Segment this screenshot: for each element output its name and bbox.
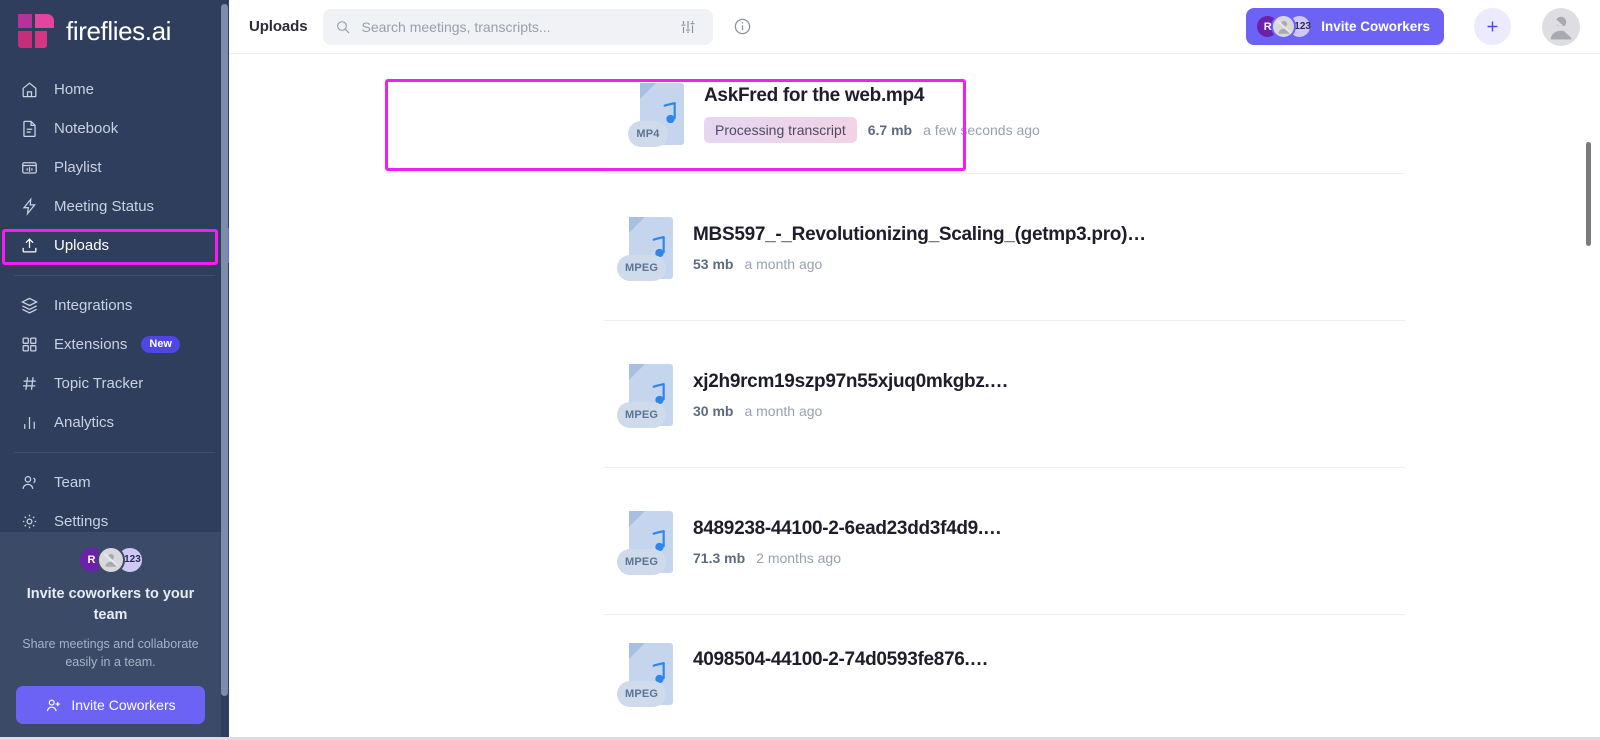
- topbar-invite-avatar-group: R +123: [1255, 14, 1313, 39]
- sidebar-item-label: Integrations: [54, 297, 133, 314]
- sidebar-item-playlist[interactable]: Playlist: [0, 148, 229, 187]
- invite-coworkers-button-label: Invite Coworkers: [71, 697, 176, 713]
- search-bar[interactable]: [323, 8, 714, 45]
- main-scrollbar[interactable]: [1586, 142, 1591, 246]
- sidebar-item-team[interactable]: Team: [0, 463, 229, 502]
- sidebar-divider-2: [14, 452, 215, 453]
- gear-icon: [18, 511, 40, 533]
- bar-chart-icon: [18, 412, 40, 434]
- file-type-icon: MPEG: [617, 509, 675, 575]
- sidebar-item-label: Analytics: [54, 414, 115, 431]
- file-time: a few seconds ago: [923, 122, 1040, 138]
- sidebar-item-label: Home: [54, 81, 95, 98]
- sidebar-item-label: Playlist: [54, 159, 102, 176]
- list-item[interactable]: MPEG xj2h9rcm19szp97n55xjuq0mkgbz.… 30 m…: [229, 321, 1600, 468]
- status-badge: Processing transcript: [704, 117, 857, 143]
- file-name: MBS597_-_Revolutionizing_Scaling_(getmp3…: [693, 223, 1146, 245]
- sidebar-divider: [14, 275, 215, 276]
- uploads-list: MP4 AskFred for the web.mp4 Processing t…: [229, 54, 1600, 715]
- sidebar-item-label: Settings: [54, 513, 109, 530]
- upload-icon: [18, 235, 40, 257]
- file-type-icon: MPEG: [617, 641, 675, 707]
- playlist-icon: [18, 157, 40, 179]
- list-item[interactable]: MPEG 4098504-44100-2-74d0593fe876.…: [229, 615, 1600, 715]
- main-content: Uploads R +123 In: [229, 0, 1600, 740]
- sidebar-item-extensions[interactable]: Extensions New: [0, 325, 229, 364]
- file-type-icon: MPEG: [617, 215, 675, 281]
- invite-panel-subtitle: Share meetings and collaborate easily in…: [22, 636, 199, 669]
- sidebar-item-label: Notebook: [54, 120, 119, 137]
- app-root: fireflies.ai Home Notebook Playlist Meet…: [0, 0, 1600, 740]
- file-time: 2 months ago: [756, 549, 841, 566]
- file-name: 8489238-44100-2-6ead23dd3f4d9.…: [693, 517, 1002, 539]
- sidebar-item-home[interactable]: Home: [0, 70, 229, 109]
- sidebar-item-label: Topic Tracker: [54, 375, 144, 392]
- file-size: 71.3 mb: [693, 549, 746, 566]
- invite-avatar-group: R +123: [16, 545, 205, 574]
- file-format-badge: MPEG: [617, 254, 667, 281]
- info-circle-icon[interactable]: [729, 14, 755, 40]
- topbar-invite-label: Invite Coworkers: [1321, 19, 1430, 34]
- avatar-ghost-icon: [96, 545, 125, 574]
- sidebar-nav: Home Notebook Playlist Meeting Status Up…: [0, 62, 229, 541]
- invite-panel-title: Invite coworkers to your team: [26, 585, 195, 623]
- file-size: 30 mb: [693, 402, 734, 419]
- file-type-icon: MP4: [628, 81, 686, 147]
- file-name: AskFred for the web.mp4: [704, 85, 925, 106]
- file-format-badge: MPEG: [617, 548, 667, 575]
- list-item[interactable]: MPEG MBS597_-_Revolutionizing_Scaling_(g…: [229, 174, 1600, 321]
- notebook-icon: [18, 118, 40, 140]
- user-avatar-icon[interactable]: [1542, 7, 1580, 46]
- add-button[interactable]: [1474, 8, 1511, 45]
- file-format-badge: MPEG: [617, 401, 667, 428]
- home-icon: [18, 79, 40, 101]
- invite-coworkers-button[interactable]: Invite Coworkers: [16, 686, 205, 724]
- list-item[interactable]: MP4 AskFred for the web.mp4 Processing t…: [229, 54, 1600, 174]
- plus-icon: [1487, 21, 1498, 32]
- brand[interactable]: fireflies.ai: [0, 0, 229, 62]
- file-type-icon: MPEG: [617, 362, 675, 428]
- sidebar-item-label: Team: [54, 474, 91, 491]
- add-person-icon: [47, 699, 61, 711]
- file-time: a month ago: [744, 255, 823, 272]
- search-input[interactable]: [361, 18, 666, 35]
- sidebar-invite-panel: R +123 Invite coworkers to your team Sha…: [0, 531, 221, 740]
- hash-icon: [18, 373, 40, 395]
- filter-sliders-icon[interactable]: [675, 14, 701, 40]
- people-icon: [18, 472, 40, 494]
- file-name: 4098504-44100-2-74d0593fe876.…: [693, 649, 989, 670]
- list-item[interactable]: MPEG 8489238-44100-2-6ead23dd3f4d9.… 71.…: [229, 468, 1600, 615]
- grid-icon: [18, 334, 40, 356]
- sidebar-scrollbar[interactable]: [221, 4, 228, 696]
- sidebar-item-uploads[interactable]: Uploads: [0, 226, 229, 265]
- sidebar-item-analytics[interactable]: Analytics: [0, 403, 229, 442]
- brand-name: fireflies.ai: [66, 15, 172, 46]
- sidebar-item-notebook[interactable]: Notebook: [0, 109, 229, 148]
- file-name: xj2h9rcm19szp97n55xjuq0mkgbz.…: [693, 370, 1009, 392]
- file-time: a month ago: [744, 402, 823, 419]
- layers-icon: [18, 295, 40, 317]
- page-title: Uploads: [249, 18, 308, 35]
- sidebar-item-label: Meeting Status: [54, 198, 155, 215]
- lightning-bolt-icon: [18, 196, 40, 218]
- topbar-invite-coworkers-button[interactable]: R +123 Invite Coworkers: [1246, 8, 1444, 45]
- sidebar-item-label: Extensions: [54, 336, 128, 353]
- sidebar-item-label: Uploads: [54, 237, 110, 254]
- file-format-badge: MP4: [628, 121, 668, 147]
- topbar: Uploads R +123 In: [229, 0, 1600, 54]
- file-format-badge: MPEG: [617, 681, 667, 707]
- search-icon: [337, 20, 350, 33]
- sidebar-item-meeting-status[interactable]: Meeting Status: [0, 187, 229, 226]
- sidebar-item-topic-tracker[interactable]: Topic Tracker: [0, 364, 229, 403]
- sidebar: fireflies.ai Home Notebook Playlist Meet…: [0, 0, 229, 740]
- file-size: 6.7 mb: [867, 122, 913, 138]
- sidebar-item-integrations[interactable]: Integrations: [0, 286, 229, 325]
- fireflies-logo-icon: [18, 14, 54, 48]
- file-size: 53 mb: [693, 255, 734, 272]
- extensions-new-badge: New: [141, 335, 180, 354]
